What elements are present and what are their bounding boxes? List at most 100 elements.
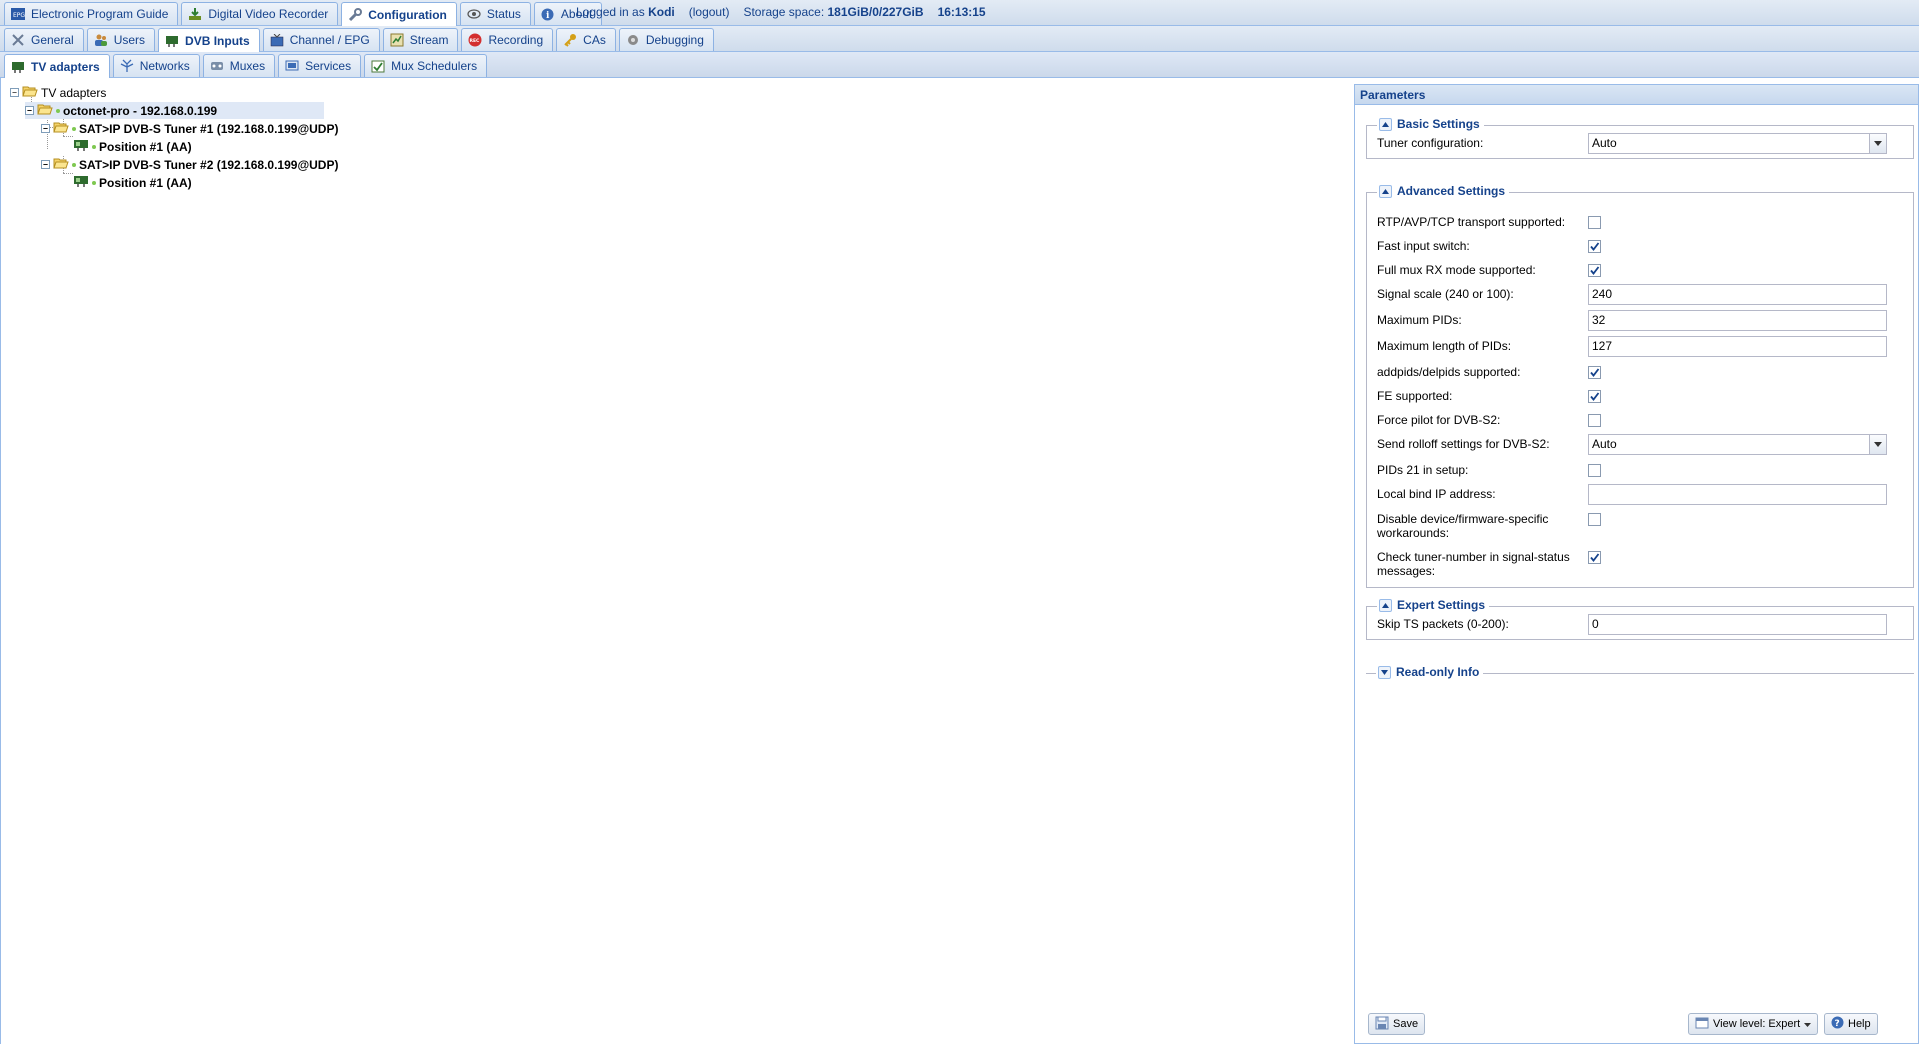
- username: Kodi: [648, 5, 675, 19]
- rtp-transport-row: RTP/AVP/TCP transport supported:: [1377, 213, 1907, 231]
- storage-info: Storage space: 181GiB/0/227GiB: [743, 5, 923, 19]
- fast-input-checkbox[interactable]: [1588, 239, 1601, 253]
- tab-channel-epg[interactable]: Channel / EPG: [262, 28, 380, 51]
- collapse-toggle-icon[interactable]: −: [25, 106, 34, 115]
- full-mux-checkbox[interactable]: [1588, 263, 1601, 277]
- svg-text:EPG: EPG: [13, 12, 25, 19]
- login-info: Logged in as Kodi: [576, 5, 675, 19]
- tab-label: Mux Schedulers: [391, 59, 478, 73]
- tuner-config-row: Tuner configuration: Auto: [1377, 132, 1907, 154]
- tuner-config-select[interactable]: Auto: [1588, 132, 1887, 154]
- addpids-row: addpids/delpids supported:: [1377, 363, 1907, 381]
- basic-settings-legend: Basic Settings: [1377, 117, 1484, 131]
- field-label: FE supported:: [1377, 389, 1453, 403]
- tab-status[interactable]: Status: [459, 2, 531, 25]
- tab-label: Stream: [409, 33, 449, 47]
- tab-label: Recording: [488, 33, 544, 47]
- view-level-button[interactable]: View level: Expert: [1688, 1013, 1819, 1035]
- scheduler-icon: [370, 58, 386, 74]
- select-value: Auto: [1592, 136, 1617, 150]
- field-label: Full mux RX mode supported:: [1377, 263, 1536, 277]
- tab-label: Electronic Program Guide: [31, 7, 169, 21]
- disable-workarounds-checkbox[interactable]: [1588, 513, 1601, 526]
- tab-recording[interactable]: REC Recording: [461, 28, 554, 51]
- tab-stream[interactable]: Stream: [382, 28, 459, 51]
- max-pid-length-input[interactable]: [1588, 335, 1887, 357]
- tab-dvb-inputs[interactable]: DVB Inputs: [158, 28, 260, 52]
- fast-input-row: Fast input switch:: [1377, 237, 1907, 255]
- expand-down-icon[interactable]: [1378, 665, 1391, 679]
- users-icon: [93, 32, 109, 48]
- tab-label: Configuration: [368, 7, 447, 22]
- dvb-tab-bar: TV adapters Networks Muxes Services Mux …: [0, 52, 1919, 78]
- help-button[interactable]: ? Help: [1824, 1013, 1878, 1035]
- tab-debugging[interactable]: Debugging: [618, 28, 714, 51]
- max-pid-length-row: Maximum length of PIDs:: [1377, 335, 1907, 357]
- collapse-up-icon[interactable]: [1379, 117, 1392, 131]
- check-tuner-checkbox[interactable]: [1588, 551, 1601, 564]
- tab-users[interactable]: Users: [86, 28, 156, 51]
- pids21-checkbox[interactable]: [1588, 463, 1601, 477]
- tab-label: Muxes: [229, 59, 266, 73]
- fe-supported-checkbox[interactable]: [1588, 389, 1601, 403]
- field-label: Disable device/firmware-specific workaro…: [1377, 512, 1549, 540]
- check-tuner-row: Check tuner-number in signal-status mess…: [1377, 549, 1907, 579]
- addpids-checkbox[interactable]: [1588, 365, 1601, 379]
- tab-configuration[interactable]: Configuration: [341, 2, 457, 26]
- bug-icon: [625, 32, 641, 48]
- tab-label: TV adapters: [31, 59, 100, 74]
- field-label: Signal scale (240 or 100):: [1377, 287, 1514, 301]
- collapse-toggle-icon[interactable]: −: [10, 88, 19, 97]
- bind-ip-input[interactable]: [1588, 483, 1887, 505]
- collapse-toggle-icon[interactable]: −: [41, 160, 50, 169]
- tab-muxes[interactable]: Muxes: [202, 54, 276, 77]
- tab-electronic-program-guide[interactable]: EPG Electronic Program Guide: [4, 2, 179, 25]
- svg-text:?: ?: [1835, 1019, 1840, 1029]
- force-pilot-checkbox[interactable]: [1588, 413, 1601, 427]
- field-label: Fast input switch:: [1377, 239, 1470, 253]
- rolloff-select[interactable]: Auto: [1588, 433, 1887, 455]
- tree-node-tuner-1[interactable]: − SAT>IP DVB-S Tuner #1 (192.168.0.199@U…: [41, 120, 338, 137]
- tab-tv-adapters[interactable]: TV adapters: [4, 54, 110, 78]
- field-label: Local bind IP address:: [1377, 487, 1496, 501]
- tab-mux-schedulers[interactable]: Mux Schedulers: [364, 54, 488, 77]
- chevron-down-icon[interactable]: [1869, 434, 1886, 454]
- collapse-up-icon[interactable]: [1379, 598, 1392, 612]
- select-value: Auto: [1592, 437, 1617, 451]
- collapse-up-icon[interactable]: [1379, 184, 1392, 198]
- tree-node-label: octonet-pro - 192.168.0.199: [63, 103, 218, 118]
- download-icon: [187, 6, 203, 22]
- storage-value: 181GiB/0/227GiB: [827, 5, 924, 19]
- tree-node-device[interactable]: − octonet-pro - 192.168.0.199: [25, 102, 324, 119]
- tab-services[interactable]: Services: [278, 54, 362, 77]
- rtp-transport-checkbox[interactable]: [1588, 215, 1601, 229]
- tab-digital-video-recorder[interactable]: Digital Video Recorder: [181, 2, 339, 25]
- skip-ts-row: Skip TS packets (0-200):: [1377, 613, 1907, 635]
- wrench-icon: [347, 7, 363, 23]
- svg-text:REC: REC: [470, 38, 481, 44]
- bind-ip-row: Local bind IP address:: [1377, 483, 1907, 505]
- tab-networks[interactable]: Networks: [112, 54, 200, 77]
- max-pids-input[interactable]: [1588, 309, 1887, 331]
- disable-workarounds-row: Disable device/firmware-specific workaro…: [1377, 511, 1907, 541]
- stream-icon: [389, 32, 405, 48]
- folder-open-icon: [37, 103, 53, 118]
- logout-link[interactable]: (logout): [689, 5, 730, 19]
- help-icon: ?: [1831, 1016, 1844, 1032]
- tree-node-tuner-2[interactable]: − SAT>IP DVB-S Tuner #2 (192.168.0.199@U…: [41, 156, 338, 173]
- tree-node-root[interactable]: − TV adapters: [10, 84, 106, 101]
- collapse-toggle-icon[interactable]: −: [41, 124, 50, 133]
- skip-ts-input[interactable]: [1588, 613, 1887, 635]
- save-button[interactable]: Save: [1368, 1013, 1426, 1035]
- field-label: Force pilot for DVB-S2:: [1377, 413, 1501, 427]
- tab-general[interactable]: General: [4, 28, 84, 51]
- mux-icon: [209, 58, 225, 74]
- chevron-down-icon[interactable]: [1869, 133, 1886, 153]
- panel-title: Parameters: [1360, 87, 1426, 102]
- signal-scale-input[interactable]: [1588, 283, 1887, 305]
- config-tab-bar: General Users DVB Inputs Channel / EPG S…: [0, 26, 1919, 52]
- storage-label: Storage space:: [743, 5, 825, 19]
- tree-node-tuner-2-position[interactable]: Position #1 (AA): [73, 174, 192, 191]
- tree-node-tuner-1-position[interactable]: Position #1 (AA): [73, 138, 192, 155]
- tab-cas[interactable]: CAs: [556, 28, 616, 51]
